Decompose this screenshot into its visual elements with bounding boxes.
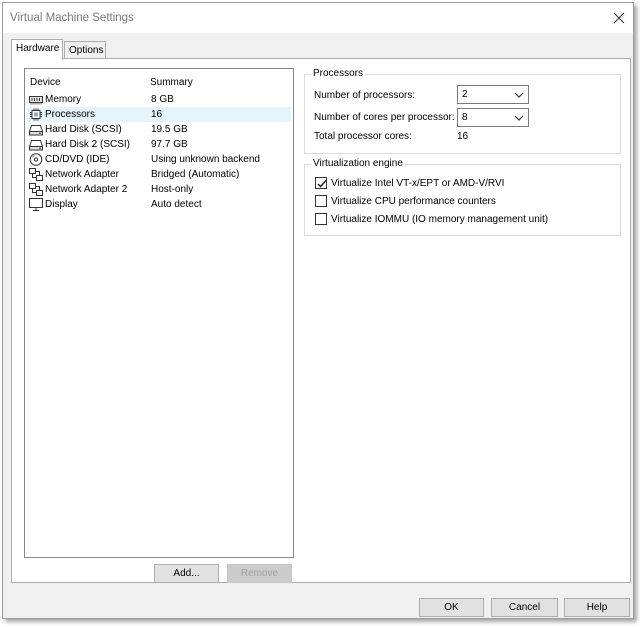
cpu-perf-counters-label: Virtualize CPU performance counters — [331, 196, 496, 207]
cpu-perf-counters-checkbox[interactable] — [315, 195, 327, 207]
device-name: Network Adapter 2 — [45, 184, 128, 195]
memory-icon — [29, 93, 43, 106]
chevron-down-icon — [514, 91, 524, 99]
iommu-label: Virtualize IOMMU (IO memory management u… — [331, 214, 549, 225]
tab-hardware-label: Hardware — [16, 43, 60, 54]
hardware-panel: Device Summary Memory 8 GB Processors 16 — [11, 58, 631, 583]
hard-disk-icon — [28, 123, 44, 136]
device-row-hard-disk[interactable]: Hard Disk (SCSI) 19.5 GB — [27, 122, 291, 137]
device-summary: 16 — [151, 109, 163, 120]
device-row-hard-disk-2[interactable]: Hard Disk 2 (SCSI) 97.7 GB — [27, 137, 291, 152]
cores-per-processor-label: Number of cores per processor: — [314, 112, 455, 123]
tab-options[interactable]: Options — [64, 41, 106, 59]
device-column-header[interactable]: Device — [30, 77, 61, 88]
processors-group: Processors Number of processors: 2 Numbe… — [304, 68, 621, 154]
num-processors-label: Number of processors: — [314, 90, 416, 101]
device-summary: Host-only — [151, 184, 194, 195]
device-row-display[interactable]: Display Auto detect — [27, 197, 291, 212]
iommu-checkbox[interactable] — [315, 213, 327, 225]
processors-group-title: Processors — [311, 68, 366, 79]
cores-per-processor-select[interactable]: 8 — [457, 108, 529, 127]
device-name: Processors — [45, 109, 96, 120]
vtx-ept-checkbox[interactable] — [315, 177, 327, 189]
device-name: Display — [45, 199, 78, 210]
close-icon[interactable] — [611, 10, 627, 26]
summary-column-header[interactable]: Summary — [150, 77, 193, 88]
window-title: Virtual Machine Settings — [10, 12, 134, 24]
virtualization-group-title: Virtualization engine — [311, 158, 405, 169]
device-row-memory[interactable]: Memory 8 GB — [27, 92, 291, 107]
processor-icon — [29, 108, 43, 121]
device-row-processors[interactable]: Processors 16 — [27, 107, 291, 122]
tab-hardware[interactable]: Hardware — [11, 39, 63, 60]
device-list-header: Device Summary — [25, 69, 293, 91]
num-processors-select[interactable]: 2 — [457, 85, 529, 104]
add-device-button[interactable]: Add... — [154, 564, 219, 583]
device-summary: Using unknown backend — [151, 154, 260, 165]
device-name: Memory — [45, 94, 82, 105]
device-summary: 19.5 GB — [151, 124, 188, 135]
total-cores-label: Total processor cores: — [314, 131, 412, 142]
cd-dvd-icon — [29, 153, 43, 166]
device-summary: Bridged (Automatic) — [151, 169, 240, 180]
device-summary: Auto detect — [151, 199, 202, 210]
device-list[interactable]: Device Summary Memory 8 GB Processors 16 — [24, 68, 294, 558]
device-name: Network Adapter — [45, 169, 119, 180]
display-icon — [29, 198, 43, 211]
network-adapter-icon — [29, 183, 43, 196]
network-adapter-icon — [29, 168, 43, 181]
cores-per-processor-value: 8 — [462, 112, 468, 123]
total-cores-value: 16 — [457, 131, 469, 142]
device-name: CD/DVD (IDE) — [45, 154, 110, 165]
virtualization-engine-group: Virtualization engine Virtualize Intel V… — [304, 158, 621, 236]
device-name: Hard Disk 2 (SCSI) — [45, 139, 131, 150]
cancel-button[interactable]: Cancel — [491, 598, 558, 617]
device-summary: 8 GB — [151, 94, 174, 105]
title-bar: Virtual Machine Settings — [3, 3, 633, 33]
settings-dialog: Virtual Machine Settings Hardware Option… — [2, 2, 634, 619]
tab-options-label: Options — [69, 45, 104, 56]
hard-disk-icon — [28, 138, 44, 151]
device-row-cd-dvd[interactable]: CD/DVD (IDE) Using unknown backend — [27, 152, 291, 167]
ok-button[interactable]: OK — [419, 598, 484, 617]
device-row-network-adapter[interactable]: Network Adapter Bridged (Automatic) — [27, 167, 291, 182]
chevron-down-icon — [514, 114, 524, 122]
num-processors-value: 2 — [462, 89, 468, 100]
vtx-ept-label: Virtualize Intel VT-x/EPT or AMD-V/RVI — [331, 178, 505, 189]
device-summary: 97.7 GB — [151, 139, 188, 150]
device-name: Hard Disk (SCSI) — [45, 124, 122, 135]
remove-device-button[interactable]: Remove — [227, 564, 292, 583]
device-row-network-adapter-2[interactable]: Network Adapter 2 Host-only — [27, 182, 291, 197]
help-button[interactable]: Help — [564, 598, 630, 617]
